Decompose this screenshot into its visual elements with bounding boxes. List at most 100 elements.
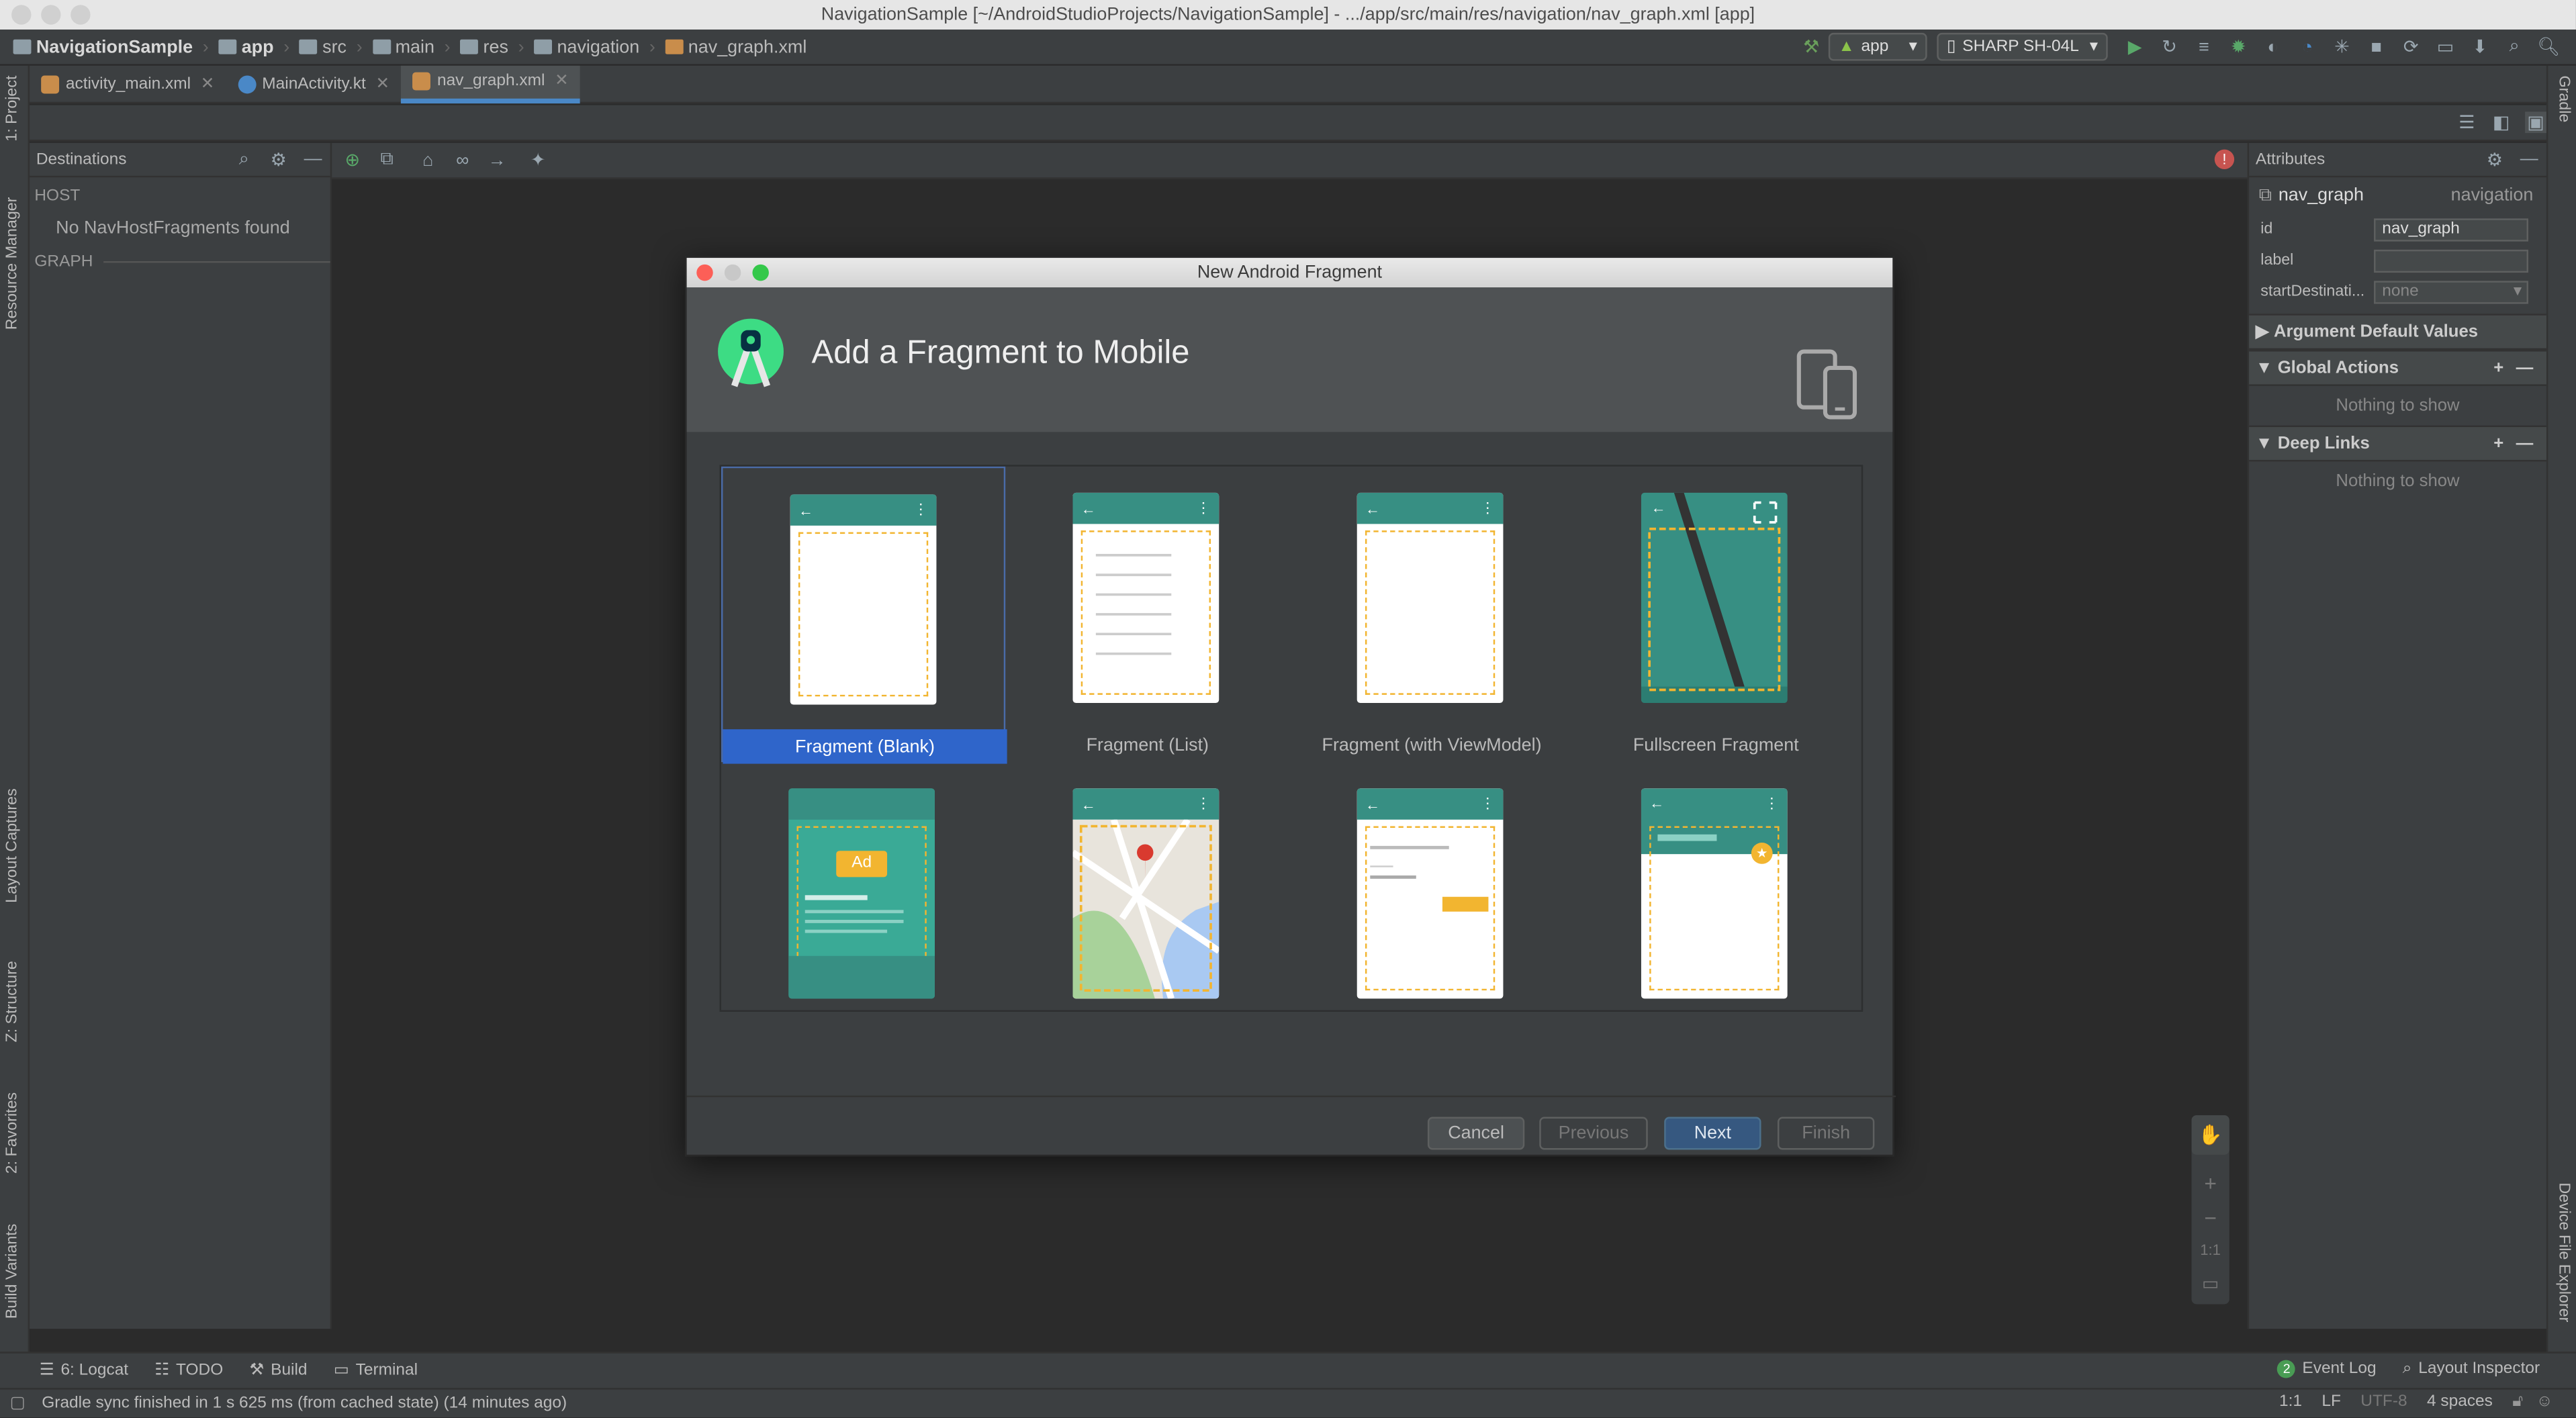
argument-default-values-section[interactable]: ▶ Argument Default Values — [2249, 314, 2546, 350]
zoom-fit-icon[interactable]: ▭ — [2191, 1266, 2229, 1299]
close-icon[interactable]: ✕ — [201, 75, 215, 93]
template-fragment-list[interactable]: ← ⋮ Fragment (List) — [1005, 467, 1289, 762]
sync-project-icon[interactable]: ⟳ — [2400, 36, 2422, 57]
global-actions-section[interactable]: ▼ Global Actions + — — [2249, 350, 2546, 386]
run-icon[interactable]: ▶ — [2124, 36, 2146, 57]
previous-button[interactable]: Previous — [1539, 1117, 1648, 1150]
zoom-out-icon[interactable]: − — [2191, 1200, 2229, 1233]
hide-panel-icon[interactable]: — — [2518, 148, 2540, 170]
tab-main-activity[interactable]: MainActivity.kt ✕ — [226, 65, 401, 103]
next-button[interactable]: Next — [1664, 1117, 1761, 1150]
layout-inspector-tool-button[interactable]: ⌕ Layout Inspector — [2403, 1360, 2540, 1378]
minimize-window-button[interactable] — [41, 5, 61, 25]
start-destination-select[interactable]: none ▾ — [2374, 280, 2529, 303]
breadcrumb-item[interactable]: navigation — [534, 37, 639, 56]
zoom-dialog-button[interactable] — [752, 264, 769, 281]
right-tool-stripe: Gradle Device File Explorer — [2546, 65, 2576, 1352]
caret-position[interactable]: 1:1 — [2279, 1393, 2302, 1411]
file-encoding[interactable]: UTF-8 — [2360, 1393, 2407, 1411]
template-google-maps[interactable]: ← ⋮ — [1005, 762, 1289, 1010]
apply-changes-icon[interactable]: ≡ — [2193, 36, 2215, 58]
template-fragment-blank[interactable]: ← ⋮ Fragment (Blank) — [721, 466, 1007, 764]
tab-nav-graph[interactable]: nav_graph.xml ✕ — [401, 64, 580, 103]
id-field[interactable]: nav_graph — [2374, 218, 2529, 241]
breadcrumb-item[interactable]: app — [218, 37, 274, 56]
breadcrumb-item[interactable]: res — [460, 37, 508, 56]
template-preview: ← ⋮ — [1072, 492, 1220, 704]
cancel-button[interactable]: Cancel — [1427, 1117, 1525, 1150]
pan-hand-icon[interactable]: ✋ — [2191, 1115, 2229, 1155]
nested-graph-icon[interactable]: ⧉ — [376, 150, 398, 171]
breadcrumb-item[interactable]: NavigationSample — [13, 37, 193, 56]
device-select[interactable]: ▯ SHARP SH-04L ▾ — [1937, 32, 2108, 61]
hide-panel-icon[interactable]: — — [302, 148, 324, 170]
favorites-tool-button[interactable]: 2: Favorites — [3, 1092, 21, 1174]
debug-icon[interactable]: ✹ — [2227, 36, 2249, 57]
gear-icon[interactable]: ⚙ — [2484, 148, 2505, 170]
auto-arrange-icon[interactable]: ✦ — [527, 150, 549, 171]
hammer-icon[interactable]: ⚒ — [1800, 36, 1822, 57]
breadcrumb-item[interactable]: nav_graph.xml — [665, 37, 807, 56]
inspector-icon[interactable]: ☺ — [2536, 1393, 2553, 1411]
gradle-tool-button[interactable]: Gradle — [2555, 76, 2573, 123]
template-scrolling-fragment[interactable]: ← ⋮ ★ — [1574, 762, 1858, 1010]
template-fullscreen-fragment[interactable]: ← Fullscreen Fragment — [1574, 467, 1858, 762]
code-view-icon[interactable]: ☰ — [2456, 111, 2477, 133]
coverage-icon[interactable]: ◐ — [2262, 36, 2284, 58]
toggle-tool-windows-icon[interactable]: ▢ — [10, 1395, 26, 1413]
device-file-explorer-tool-button[interactable]: Device File Explorer — [2555, 1182, 2573, 1322]
split-view-icon[interactable]: ◧ — [2491, 111, 2512, 133]
deep-links-section[interactable]: ▼ Deep Links + — — [2249, 425, 2546, 462]
build-tool-button[interactable]: ⚒ Build — [249, 1362, 307, 1380]
zoom-reset-button[interactable]: 1:1 — [2191, 1233, 2229, 1266]
build-variants-tool-button[interactable]: Build Variants — [3, 1224, 21, 1319]
layout-inspector-icon[interactable]: ⌕ — [2503, 36, 2525, 58]
run-config-select[interactable]: ▲ app ▾ — [1828, 32, 1927, 61]
attach-debugger-icon[interactable]: ✳ — [2331, 36, 2352, 57]
stop-icon[interactable]: ■ — [2366, 36, 2387, 58]
close-window-button[interactable] — [11, 5, 32, 25]
add-icon[interactable]: + — [2493, 358, 2503, 377]
close-dialog-button[interactable] — [696, 264, 713, 281]
add-icon[interactable]: + — [2493, 434, 2503, 453]
error-icon[interactable]: ! — [2214, 149, 2235, 169]
avd-manager-icon[interactable]: ▭ — [2435, 36, 2456, 57]
zoom-window-button[interactable] — [71, 5, 91, 25]
zoom-in-icon[interactable]: + — [2191, 1164, 2229, 1200]
new-destination-icon[interactable]: ⊕ — [342, 150, 363, 171]
structure-tool-button[interactable]: Z: Structure — [3, 961, 21, 1042]
design-view-icon[interactable]: ▣ — [2525, 111, 2546, 134]
line-separator[interactable]: LF — [2321, 1393, 2341, 1411]
label-field[interactable] — [2374, 248, 2529, 272]
arrow-right-icon[interactable]: → — [486, 150, 508, 171]
indent-setting[interactable]: 4 spaces — [2427, 1393, 2493, 1411]
template-fragment-viewmodel[interactable]: ← ⋮ Fragment (with ViewModel) — [1289, 467, 1573, 762]
tab-activity-main[interactable]: activity_main.xml ✕ — [30, 65, 226, 103]
back-arrow-icon: ← — [1649, 795, 1665, 812]
sdk-manager-icon[interactable]: ⬇ — [2469, 36, 2491, 57]
home-icon[interactable]: ⌂ — [417, 150, 439, 171]
profile-icon[interactable]: ◔ — [2297, 36, 2318, 58]
breadcrumb-item[interactable]: main — [372, 37, 434, 56]
breadcrumb-item[interactable]: src — [299, 37, 347, 56]
close-icon[interactable]: ✕ — [555, 73, 569, 91]
layout-captures-tool-button[interactable]: Layout Captures — [3, 788, 21, 903]
event-log-tool-button[interactable]: 2 Event Log — [2277, 1360, 2377, 1378]
project-tool-button[interactable]: 1: Project — [3, 76, 21, 142]
close-icon[interactable]: ✕ — [375, 75, 389, 93]
logcat-tool-button[interactable]: ☰ 6: Logcat — [40, 1362, 128, 1380]
gear-icon[interactable]: ⚙ — [268, 148, 289, 170]
template-google-admob[interactable]: Ad — [721, 762, 1005, 1010]
todo-tool-button[interactable]: ☷ TODO — [154, 1362, 223, 1380]
lock-icon[interactable]: 🔓︎ — [2512, 1393, 2523, 1411]
resource-manager-tool-button[interactable]: Resource Manager — [3, 197, 21, 330]
finish-button[interactable]: Finish — [1778, 1117, 1875, 1150]
search-icon[interactable]: ⌕ — [233, 148, 255, 170]
search-everywhere-icon[interactable]: 🔍︎ — [2538, 36, 2561, 57]
link-icon[interactable]: ∞ — [452, 150, 473, 171]
remove-icon[interactable]: — — [2516, 358, 2534, 377]
template-login-fragment[interactable]: ← ⋮ — [1289, 762, 1573, 1010]
remove-icon[interactable]: — — [2516, 434, 2534, 453]
terminal-tool-button[interactable]: ▭ Terminal — [334, 1362, 418, 1380]
rerun-icon[interactable]: ↻ — [2159, 36, 2180, 57]
